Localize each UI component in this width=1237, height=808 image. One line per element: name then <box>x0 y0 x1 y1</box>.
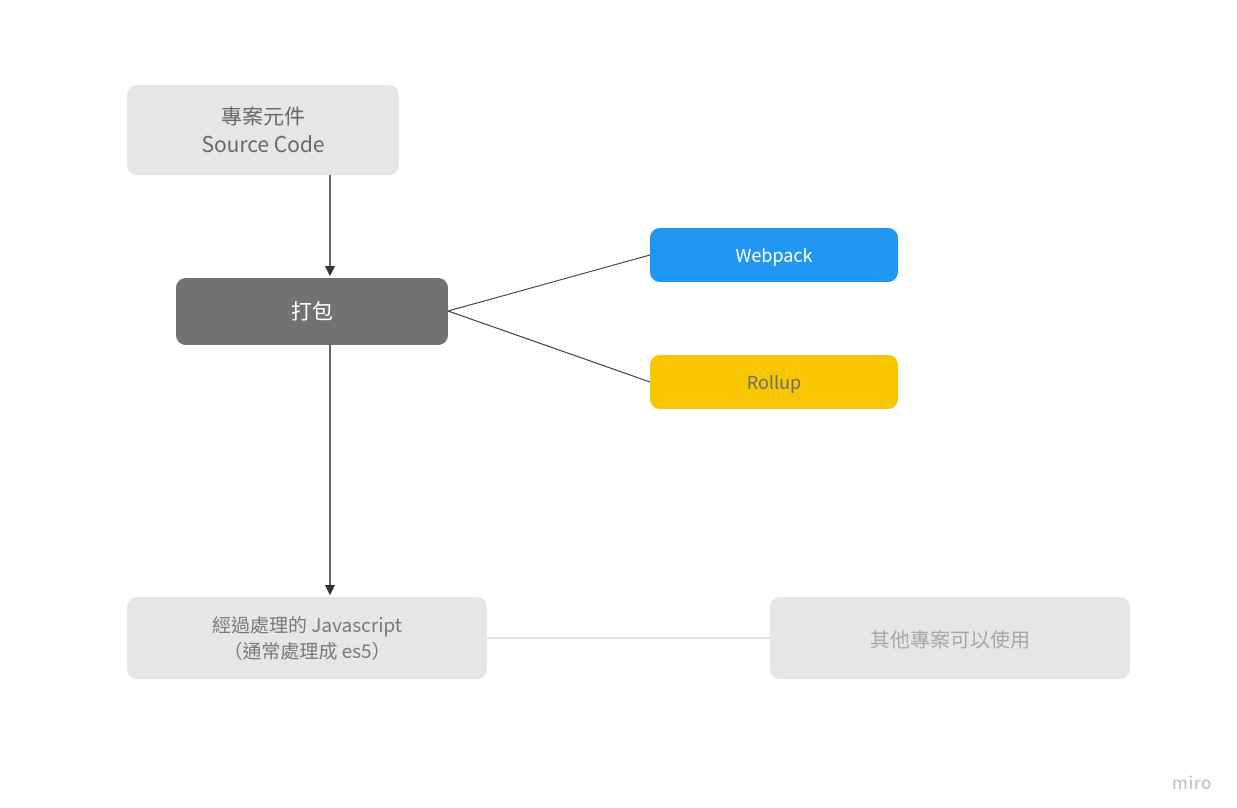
node-rollup: Rollup <box>650 355 898 409</box>
node-output-line2: （通常處理成 es5） <box>223 638 390 664</box>
node-bundle-label: 打包 <box>291 297 333 325</box>
miro-watermark: miro <box>1172 769 1212 794</box>
line-bundle-to-rollup <box>448 311 650 382</box>
node-output-js: 經過處理的 Javascript （通常處理成 es5） <box>127 597 487 679</box>
diagram-canvas: 專案元件 Source Code 打包 Webpack Rollup 經過處理的… <box>0 0 1237 808</box>
node-source-code: 專案元件 Source Code <box>127 85 399 175</box>
node-rollup-label: Rollup <box>747 370 801 394</box>
line-bundle-to-webpack <box>448 255 650 311</box>
node-bundle: 打包 <box>176 278 448 345</box>
node-source-line2: Source Code <box>201 130 324 158</box>
node-source-line1: 專案元件 <box>221 102 305 130</box>
node-webpack: Webpack <box>650 228 898 282</box>
node-webpack-label: Webpack <box>736 243 813 267</box>
node-usable-by-others: 其他專案可以使用 <box>770 597 1130 679</box>
node-usable-label: 其他專案可以使用 <box>870 625 1030 652</box>
node-output-line1: 經過處理的 Javascript <box>212 612 402 638</box>
